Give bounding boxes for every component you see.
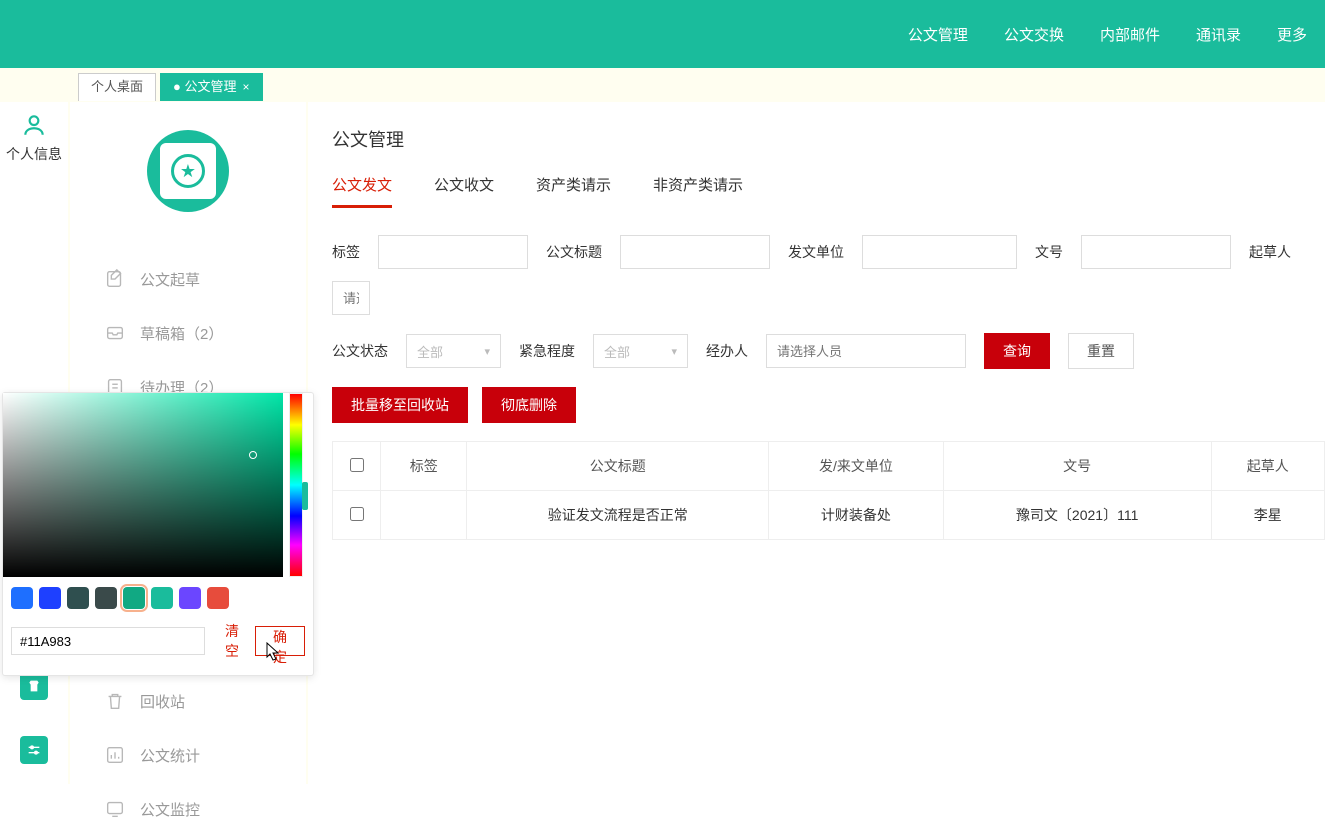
urgency-value: 全部 (604, 342, 630, 361)
draftbox-icon (104, 322, 126, 344)
sidebar-item-monitor[interactable]: 公文监控 (70, 782, 306, 836)
filter-row-2: 公文状态 全部 ▾ 紧急程度 全部 ▾ 经办人 查询 重置 (332, 333, 1325, 369)
tag-label: 标签 (332, 242, 360, 262)
hex-input[interactable] (11, 627, 205, 655)
handler-input[interactable] (766, 334, 966, 368)
handler-label: 经办人 (706, 341, 748, 361)
swatch[interactable] (67, 587, 89, 609)
sidebar-item-draft[interactable]: 公文起草 (70, 252, 306, 306)
tab-strip: 个人桌面 ● 公文管理 × (0, 68, 1325, 102)
sidebar-item-draftbox[interactable]: 草稿箱（2） (70, 306, 306, 360)
ok-button[interactable]: 确定 (255, 626, 305, 656)
docno-label: 文号 (1035, 242, 1063, 262)
swatch[interactable] (11, 587, 33, 609)
action-row: 批量移至回收站 彻底删除 (332, 387, 1325, 423)
chevron-down-icon: ▾ (671, 345, 677, 358)
cell-docno: 豫司文〔2021〕111 (943, 491, 1211, 540)
sidebar-item-label: 回收站 (140, 691, 185, 712)
top-nav: 公文管理 公文交换 内部邮件 通讯录 更多 (0, 0, 1325, 68)
docno-input[interactable] (1081, 235, 1231, 269)
tag-input[interactable] (378, 235, 528, 269)
swatch[interactable] (179, 587, 201, 609)
drafter-input[interactable] (332, 281, 370, 315)
cell-tag (381, 491, 467, 540)
trash-icon (104, 690, 126, 712)
stats-icon (104, 744, 126, 766)
unit-label: 发文单位 (788, 242, 844, 262)
unit-input[interactable] (862, 235, 1017, 269)
urgency-label: 紧急程度 (519, 341, 575, 361)
th-unit: 发/来文单位 (769, 442, 944, 491)
title-label: 公文标题 (546, 242, 602, 262)
cell-unit: 计财装备处 (769, 491, 944, 540)
status-label: 公文状态 (332, 341, 388, 361)
color-marker[interactable] (249, 451, 257, 459)
chevron-down-icon: ▾ (484, 345, 490, 358)
subtab-asset[interactable]: 资产类请示 (536, 174, 611, 208)
edit-icon (104, 268, 126, 290)
personal-info-label[interactable]: 个人信息 (6, 144, 62, 164)
move-recycle-button[interactable]: 批量移至回收站 (332, 387, 468, 423)
nav-docs[interactable]: 公文管理 (908, 24, 968, 45)
doc-table: 标签 公文标题 发/来文单位 文号 起草人 验证发文流程是否正常 计财装备处 豫… (332, 441, 1325, 540)
hue-slider[interactable] (289, 393, 303, 577)
swatch[interactable] (207, 587, 229, 609)
clear-button[interactable]: 清空 (225, 621, 245, 661)
urgency-select[interactable]: 全部 ▾ (593, 334, 688, 368)
swatch-selected[interactable] (123, 587, 145, 609)
sidebar-item-label: 草稿箱（2） (140, 323, 223, 344)
settings-icon[interactable] (20, 736, 48, 764)
page-title: 公文管理 (332, 126, 1325, 152)
select-all-checkbox[interactable] (350, 458, 364, 472)
nav-mail[interactable]: 内部邮件 (1100, 24, 1160, 45)
th-docno: 文号 (943, 442, 1211, 491)
sidebar-item-label: 公文统计 (140, 745, 200, 766)
title-input[interactable] (620, 235, 770, 269)
hue-handle[interactable] (302, 482, 308, 510)
sidebar-item-stats[interactable]: 公文统计 (70, 728, 306, 782)
hard-delete-button[interactable]: 彻底删除 (482, 387, 576, 423)
main: 公文管理 公文发文 公文收文 资产类请示 非资产类请示 标签 公文标题 发文单位… (308, 102, 1325, 784)
status-select[interactable]: 全部 ▾ (406, 334, 501, 368)
swatch-row (3, 577, 313, 617)
logo: ★ (70, 130, 306, 212)
subtab-receive[interactable]: 公文收文 (434, 174, 494, 208)
query-button[interactable]: 查询 (984, 333, 1050, 369)
swatch[interactable] (95, 587, 117, 609)
nav-contacts[interactable]: 通讯录 (1196, 24, 1241, 45)
monitor-icon (104, 798, 126, 820)
tab-dot: ● (173, 79, 184, 94)
swatch[interactable] (39, 587, 61, 609)
sidebar-item-recycle[interactable]: 回收站 (70, 674, 306, 728)
swatch[interactable] (151, 587, 173, 609)
nav-more[interactable]: 更多 (1277, 24, 1307, 45)
subtab-send[interactable]: 公文发文 (332, 174, 392, 208)
drafter-label: 起草人 (1249, 242, 1291, 262)
reset-button[interactable]: 重置 (1068, 333, 1134, 369)
theme-icon[interactable] (20, 672, 48, 700)
tab-docs-active[interactable]: ● 公文管理 × (160, 73, 263, 101)
sidebar-item-label: 公文起草 (140, 269, 200, 290)
tab-label: 公文管理 (184, 79, 236, 94)
subtab-nonasset[interactable]: 非资产类请示 (653, 174, 743, 208)
close-icon[interactable]: × (243, 80, 250, 94)
th-tag: 标签 (381, 442, 467, 491)
cell-title: 验证发文流程是否正常 (467, 491, 769, 540)
th-title: 公文标题 (467, 442, 769, 491)
filter-row-1: 标签 公文标题 发文单位 文号 起草人 (332, 235, 1325, 315)
row-checkbox[interactable] (350, 507, 364, 521)
color-picker: 清空 确定 (2, 392, 314, 676)
table-row[interactable]: 验证发文流程是否正常 计财装备处 豫司文〔2021〕111 李星 (333, 491, 1325, 540)
person-icon (21, 112, 47, 138)
status-value: 全部 (417, 342, 443, 361)
sidebar-item-label: 公文监控 (140, 799, 200, 820)
th-drafter: 起草人 (1211, 442, 1324, 491)
nav-exchange[interactable]: 公文交换 (1004, 24, 1064, 45)
tab-desktop[interactable]: 个人桌面 (78, 73, 156, 101)
saturation-panel[interactable] (3, 393, 283, 577)
cell-drafter: 李星 (1211, 491, 1324, 540)
sub-tabs: 公文发文 公文收文 资产类请示 非资产类请示 (332, 174, 1325, 209)
